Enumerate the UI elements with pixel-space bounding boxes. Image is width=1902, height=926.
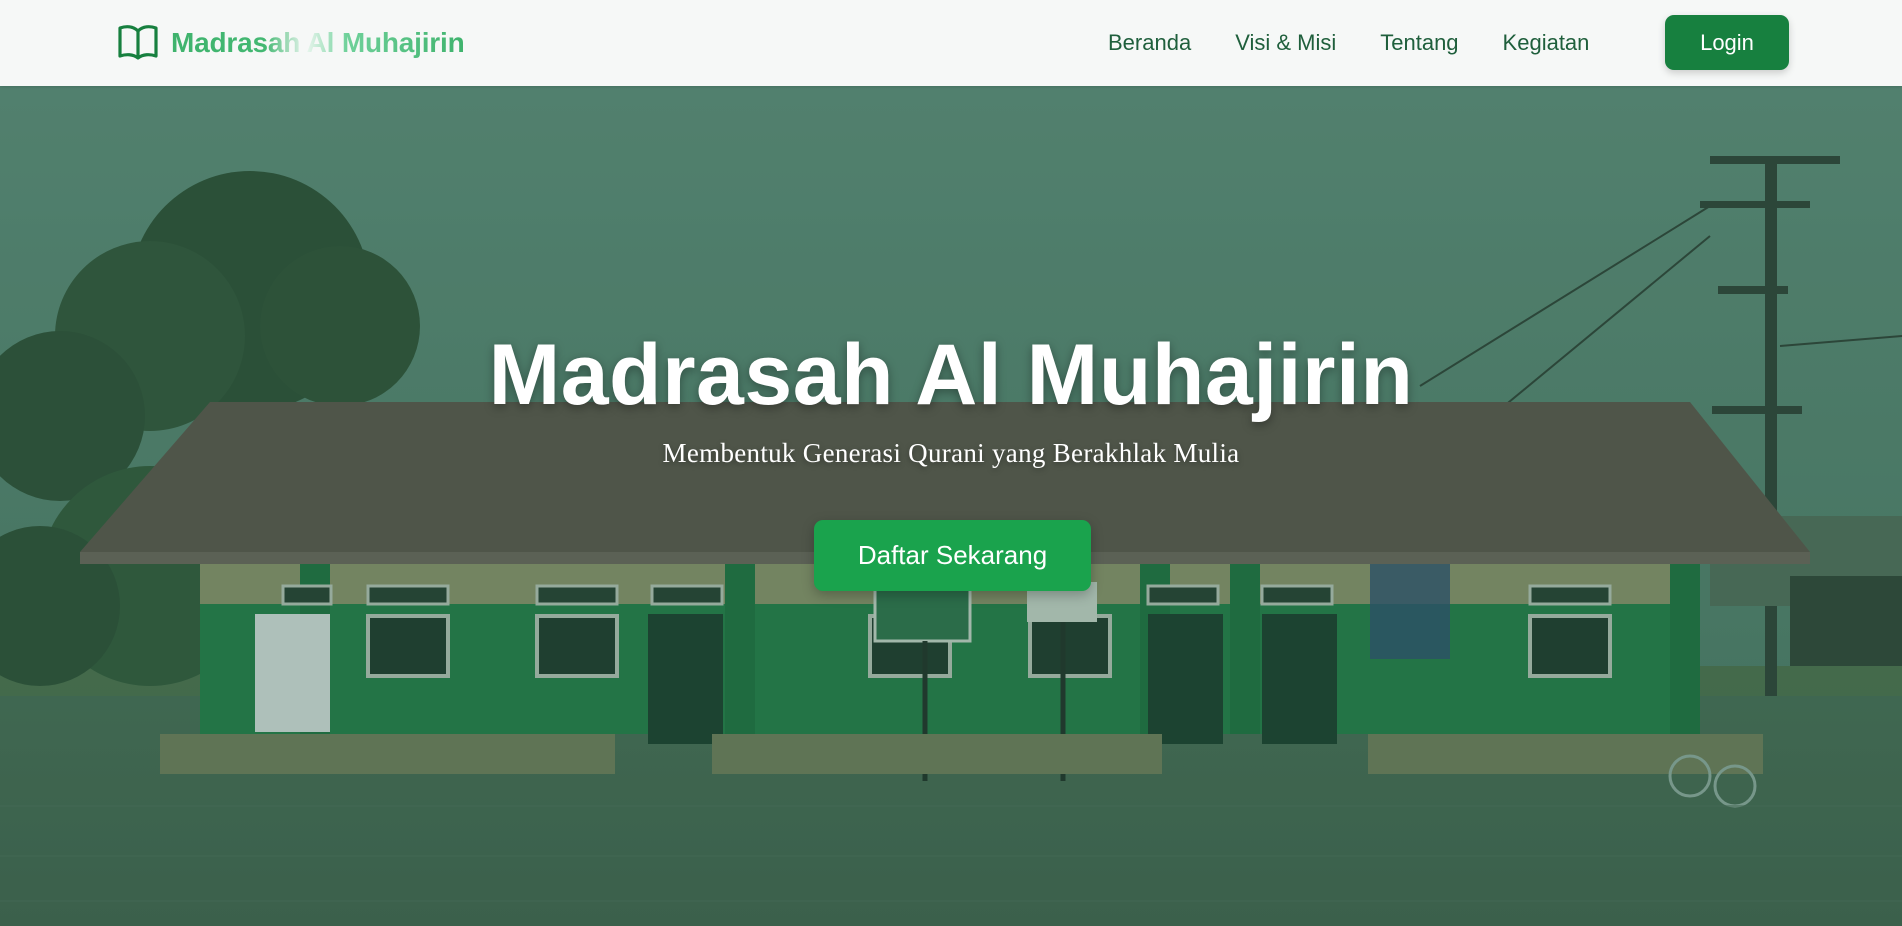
open-book-icon: [118, 25, 158, 60]
nav-link-kegiatan[interactable]: Kegiatan: [1503, 30, 1590, 56]
nav-link-tentang[interactable]: Tentang: [1380, 30, 1458, 56]
hero-subtitle: Membentuk Generasi Qurani yang Berakhlak…: [662, 438, 1240, 468]
register-now-button[interactable]: Daftar Sekarang: [814, 520, 1091, 591]
navbar: Madrasah Al Muhajirin Beranda Visi & Mis…: [0, 0, 1902, 86]
nav-link-visi-misi[interactable]: Visi & Misi: [1235, 30, 1336, 56]
nav-link-beranda[interactable]: Beranda: [1108, 30, 1191, 56]
brand-text: Madrasah Al Muhajirin: [171, 27, 465, 58]
brand-logo-link[interactable]: Madrasah Al Muhajirin: [117, 22, 465, 64]
hero-section: Madrasah Al Muhajirin Membentuk Generasi…: [0, 86, 1902, 926]
hero-title: Madrasah Al Muhajirin: [488, 327, 1414, 423]
login-button[interactable]: Login: [1665, 15, 1789, 70]
nav-menu: Beranda Visi & Misi Tentang Kegiatan: [1108, 0, 1633, 86]
hero-content: Madrasah Al Muhajirin Membentuk Generasi…: [0, 86, 1902, 926]
